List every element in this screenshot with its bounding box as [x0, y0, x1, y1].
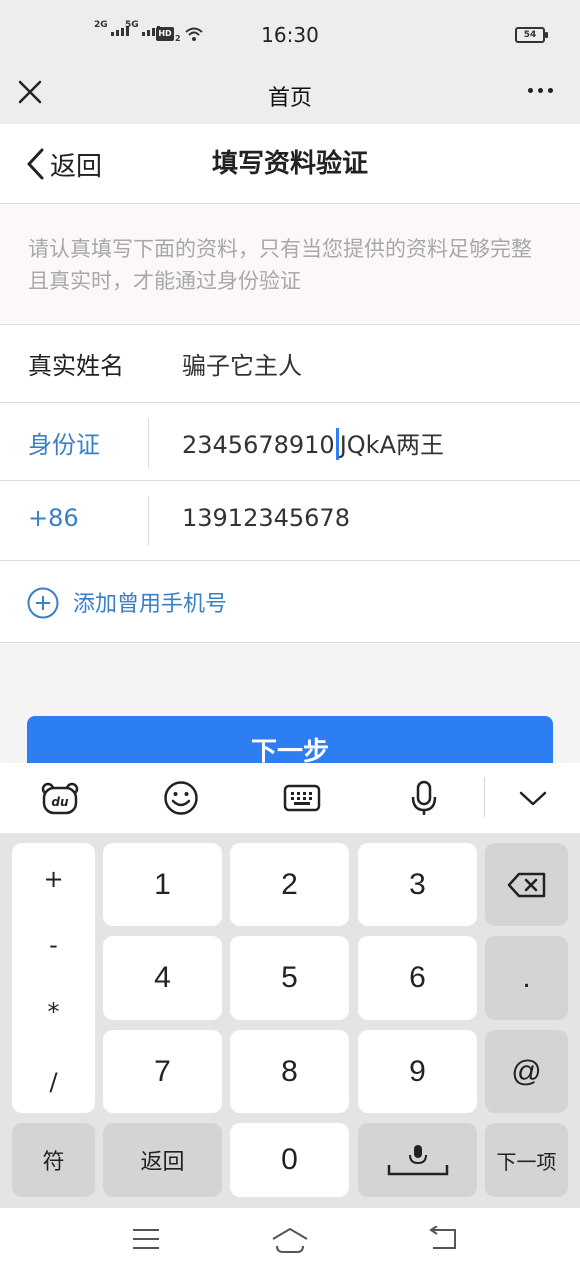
backspace-icon	[507, 872, 545, 897]
key-symbols-label: 符	[42, 1149, 65, 1174]
key-next-item[interactable]: 下一项	[485, 1123, 568, 1197]
phone-field[interactable]: 13912345678	[182, 504, 350, 532]
clock: 16:30	[261, 23, 319, 47]
svg-text:du: du	[51, 795, 69, 809]
key-plus[interactable]: +	[12, 865, 95, 893]
key-minus[interactable]: -	[12, 931, 95, 959]
key-slash[interactable]: /	[12, 1068, 95, 1096]
symbol-column: + - * /	[12, 843, 95, 1113]
key-backspace[interactable]	[485, 843, 568, 926]
collapse-keyboard-icon[interactable]	[513, 778, 553, 818]
signal-icon-sim2: 5G	[125, 20, 160, 36]
form-row-id: 身份证 2345678910 JQkA两王	[0, 404, 580, 481]
header-title: 首页	[267, 86, 312, 111]
back-button[interactable]: 返回	[24, 144, 102, 184]
sim2-network-label: 5G	[125, 20, 139, 30]
page-nav: 返回 填写资料验证	[0, 124, 580, 204]
system-nav-bar	[0, 1208, 580, 1276]
numeric-keyboard: + - * / 1 2 3 4 5 6 . 7 8 9 @ 符 返回 0 下一项	[0, 833, 580, 1208]
notice-text: 请认真填写下面的资料，只有当您提供的资料足够完整且真实时，才能通过身份验证	[28, 237, 532, 293]
id-text-before-cursor: 2345678910	[182, 431, 335, 459]
battery-icon: 54	[515, 27, 548, 43]
add-phone-button[interactable]: 添加曾用手机号	[0, 561, 580, 643]
key-8[interactable]: 8	[230, 1030, 349, 1113]
key-at[interactable]: @	[485, 1030, 568, 1113]
notice-banner: 请认真填写下面的资料，只有当您提供的资料足够完整且真实时，才能通过身份验证	[0, 205, 580, 325]
plus-circle-icon	[27, 587, 59, 619]
hd-voice-icon: HD	[156, 27, 174, 41]
id-text-after-cursor: JQkA两王	[339, 431, 444, 459]
sim1-network-label: 2G	[94, 20, 108, 30]
key-7[interactable]: 7	[103, 1030, 222, 1113]
back-label: 返回	[50, 151, 103, 182]
name-field[interactable]: 骗子它主人	[182, 346, 302, 381]
name-label: 真实姓名	[28, 352, 124, 380]
text-cursor	[335, 428, 339, 460]
wifi-icon	[185, 27, 203, 41]
key-6[interactable]: 6	[358, 936, 477, 1020]
form-row-phone: +86 13912345678	[0, 482, 580, 561]
id-label: 身份证	[28, 431, 100, 459]
more-menu-icon[interactable]	[520, 80, 560, 100]
key-3[interactable]: 3	[358, 843, 477, 926]
key-asterisk[interactable]: *	[12, 998, 95, 1026]
key-return-label: 返回	[140, 1149, 185, 1174]
key-2[interactable]: 2	[230, 843, 349, 926]
add-phone-label: 添加曾用手机号	[73, 592, 228, 617]
hd-voice-sub: 2	[175, 34, 181, 43]
signal-icon-sim1: 2G	[94, 20, 129, 36]
country-code-selector[interactable]: +86	[28, 504, 79, 532]
key-9[interactable]: 9	[358, 1030, 477, 1113]
key-space[interactable]	[358, 1123, 477, 1197]
key-0[interactable]: 0	[230, 1123, 349, 1197]
status-bar: 2G 5G HD 2 16:30 54	[0, 0, 580, 66]
page-title: 填写资料验证	[211, 149, 368, 179]
home-icon[interactable]	[270, 1226, 310, 1254]
menu-icon[interactable]	[131, 1226, 161, 1252]
emoji-icon[interactable]	[161, 778, 201, 818]
space-mic-icon	[387, 1145, 448, 1176]
key-symbols[interactable]: 符	[12, 1123, 95, 1197]
keyboard-toolbar: du	[0, 763, 580, 833]
key-next-item-label: 下一项	[496, 1151, 557, 1174]
microphone-icon[interactable]	[404, 778, 444, 818]
baidu-bear-icon[interactable]: du	[40, 778, 80, 818]
keyboard-icon[interactable]	[282, 778, 322, 818]
key-return[interactable]: 返回	[103, 1123, 222, 1197]
close-icon[interactable]	[14, 76, 46, 108]
back-nav-icon[interactable]	[427, 1226, 459, 1252]
form-row-name: 真实姓名 骗子它主人	[0, 325, 580, 403]
app-header: 首页	[0, 66, 580, 124]
key-4[interactable]: 4	[103, 936, 222, 1020]
key-5[interactable]: 5	[230, 936, 349, 1020]
id-number-field[interactable]: 2345678910 JQkA两王	[182, 425, 444, 462]
chevron-left-icon	[27, 148, 44, 180]
key-dot[interactable]: .	[485, 936, 568, 1020]
key-1[interactable]: 1	[103, 843, 222, 926]
